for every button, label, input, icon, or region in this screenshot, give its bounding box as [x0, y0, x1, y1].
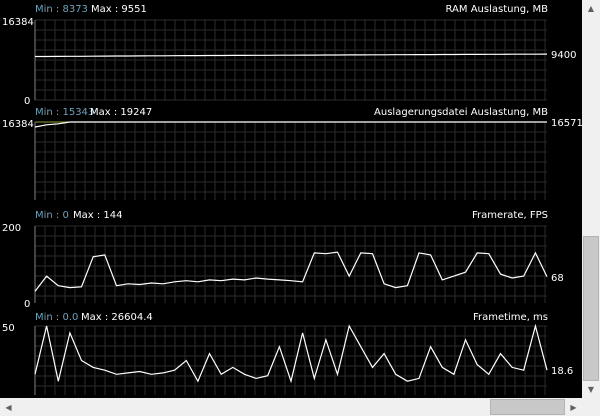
y-tick-top: 16384 [2, 119, 34, 130]
min-label: Min : 15343 [35, 107, 94, 118]
current-value-label: 68 [551, 273, 564, 284]
vertical-scrollbar[interactable]: ▲ ▼ [582, 0, 600, 398]
horizontal-scrollbar[interactable]: ◀ ▶ [0, 398, 582, 416]
scroll-right-arrow-icon[interactable]: ▶ [565, 398, 582, 416]
grid [34, 325, 547, 395]
scroll-down-arrow-icon[interactable]: ▼ [582, 381, 600, 398]
chart-title: Frametime, ms [473, 312, 548, 323]
current-value-label: 18.6 [551, 366, 573, 377]
grid [34, 19, 547, 101]
min-label: Min : 8373 [35, 4, 88, 15]
scroll-left-arrow-icon[interactable]: ◀ [0, 398, 17, 416]
horizontal-scroll-thumb[interactable] [490, 399, 565, 415]
min-label: Min : 0.0 [35, 312, 78, 323]
graph-panel-3: Min : 0 Max : 144 Framerate, FPS 200 0 68 [2, 210, 564, 310]
series-line [35, 53, 548, 58]
y-tick-top: 50 [2, 323, 15, 334]
hardware-monitor-graphs: Min : 8373 Max : 9551 RAM Auslastung, MB 16… [2, 4, 582, 395]
series-line [34, 323, 548, 384]
y-tick-bottom: 0 [24, 96, 30, 107]
chart-title: RAM Auslastung, MB [446, 4, 549, 15]
max-label: Max : 19247 [90, 107, 152, 118]
graph-panel-4: Min : 0.0 Max : 26604.4 Frametime, ms 50 18.… [2, 312, 573, 395]
max-label: Max : 26604.4 [81, 312, 153, 323]
min-label: Min : 0 [35, 210, 69, 221]
graph-panel-1: Min : 8373 Max : 9551 RAM Auslastung, MB 16… [2, 4, 576, 107]
series-line [34, 121, 547, 128]
scrollbar-corner [582, 398, 600, 416]
grid [34, 121, 547, 200]
y-tick-top: 16384 [2, 17, 34, 28]
scroll-up-arrow-icon[interactable]: ▲ [582, 0, 600, 17]
current-value-label: 9400 [551, 50, 576, 61]
chart-title: Framerate, FPS [472, 210, 548, 221]
max-label: Max : 144 [73, 210, 123, 221]
y-tick-bottom: 0 [24, 299, 30, 310]
y-tick-top: 200 [2, 223, 21, 234]
max-label: Max : 9551 [91, 4, 147, 15]
graph-panel-2: Min : 15343Max : 19247 Auslagerungsdatei … [2, 107, 582, 200]
chart-title: Auslagerungsdatei Auslastung, MB [374, 107, 548, 118]
vertical-scroll-thumb[interactable] [583, 236, 599, 381]
current-value-label: 16571 [551, 118, 582, 129]
